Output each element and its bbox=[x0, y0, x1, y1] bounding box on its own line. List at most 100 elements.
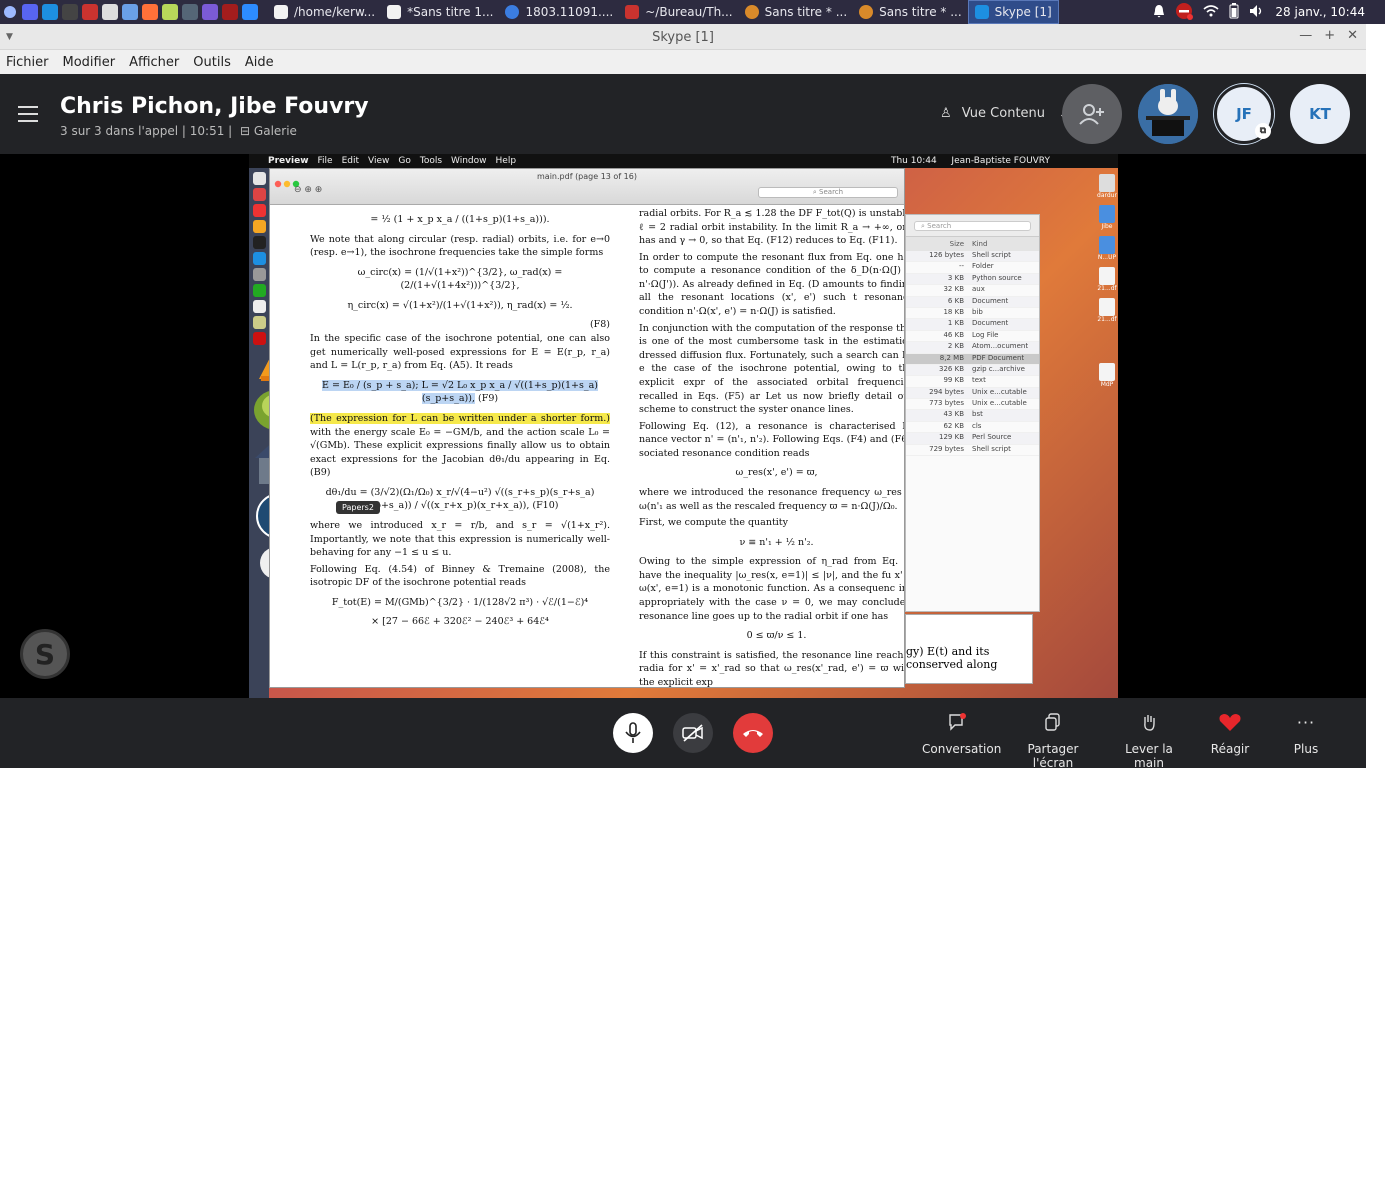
equation: = ½ (1 + x_p x_a / ((1+s_p)(1+s_a))). bbox=[370, 214, 550, 225]
gallery-icon: ⊟ bbox=[240, 124, 251, 138]
mac-menubar: Preview File Edit View Go Tools Window H… bbox=[249, 154, 1118, 168]
finder-row: 18 KB bib bbox=[906, 308, 1039, 320]
task-home[interactable]: /home/kerw... bbox=[268, 0, 381, 24]
file-size: 129 KB bbox=[939, 433, 964, 442]
file-kind: Document bbox=[972, 319, 1009, 328]
paragraph: First, we compute the quantity bbox=[639, 517, 788, 529]
discord-icon[interactable] bbox=[22, 4, 38, 20]
terminal-icon[interactable] bbox=[62, 4, 78, 20]
preview-toolbar: main.pdf (page 13 of 16) ⊖ ⊕ ⊕ ⌕ Search bbox=[270, 169, 904, 205]
share-screen-button[interactable]: Partager l'écran bbox=[1010, 710, 1096, 770]
finder-row: 129 KB Perl Source bbox=[906, 433, 1039, 445]
equation-tag: (F9) bbox=[478, 393, 499, 405]
raise-hand-button[interactable]: Lever la main bbox=[1112, 710, 1186, 770]
close-icon[interactable]: ✕ bbox=[1347, 28, 1358, 43]
file-kind: Perl Source bbox=[972, 433, 1012, 442]
window-titlebar: ▼ Skype [1] — + ✕ bbox=[0, 24, 1366, 50]
document-icon bbox=[1099, 363, 1115, 381]
chrome-icon bbox=[505, 5, 520, 19]
task-sans-titre-b[interactable]: Sans titre * ... bbox=[853, 0, 968, 24]
task-sans-titre-1[interactable]: *Sans titre 1... bbox=[381, 0, 499, 24]
maple-icon bbox=[625, 5, 640, 19]
mail-icon[interactable] bbox=[122, 4, 138, 20]
dock-tooltip: Papers2 bbox=[336, 501, 380, 514]
acrobat-icon bbox=[252, 332, 266, 345]
call-status: 3 sur 3 dans l'appel | 10:51 | ⊟ Galerie bbox=[60, 124, 297, 138]
app-launcher-icon[interactable] bbox=[0, 0, 20, 24]
bell-icon[interactable] bbox=[1153, 4, 1165, 21]
doc-line: conserved along bbox=[906, 658, 998, 671]
file-size: 32 KB bbox=[943, 285, 964, 294]
self-view-skype-icon[interactable]: S bbox=[20, 629, 70, 679]
highlighted-note: (The expression for L can be written und… bbox=[310, 412, 610, 424]
microphone-icon bbox=[625, 722, 641, 743]
file-size: 99 KB bbox=[943, 376, 964, 385]
view-mode-dropdown[interactable]: ♙ Vue Contenu ⌄ bbox=[940, 106, 1067, 121]
hand-icon bbox=[1144, 715, 1155, 731]
mac-menu-window: Window bbox=[451, 156, 487, 166]
finder-row: 126 bytes Shell script bbox=[906, 251, 1039, 263]
search-placeholder: Search bbox=[819, 188, 844, 196]
background-document: gy) E(t) and its conserved along bbox=[905, 614, 1033, 684]
hang-up-button[interactable] bbox=[733, 713, 773, 753]
more-button[interactable]: ··· Plus bbox=[1290, 710, 1322, 757]
file-kind: bst bbox=[972, 410, 983, 419]
finder-row: 294 bytes Unix e...cutable bbox=[906, 387, 1039, 400]
skype-icon[interactable] bbox=[42, 4, 58, 20]
gallery-link[interactable]: Galerie bbox=[254, 124, 297, 138]
hamburger-menu-icon[interactable] bbox=[18, 106, 38, 122]
menu-fichier[interactable]: Fichier bbox=[6, 55, 49, 70]
task-label: /home/kerw... bbox=[294, 5, 376, 19]
battery-icon[interactable] bbox=[1229, 2, 1239, 22]
react-button[interactable]: Réagir bbox=[1208, 710, 1252, 756]
add-participant-button[interactable] bbox=[1062, 84, 1122, 144]
maple-icon[interactable] bbox=[82, 4, 98, 20]
finder-row: 1 KB Document bbox=[906, 319, 1039, 331]
conversation-button[interactable]: Conversation bbox=[922, 710, 1001, 756]
task-sans-titre-a[interactable]: Sans titre * ... bbox=[739, 0, 854, 24]
mac-clock-user: Thu 10:44 Jean-Baptiste FOUVRY bbox=[891, 156, 1059, 166]
camera-button[interactable] bbox=[673, 713, 713, 753]
call-title: Chris Pichon, Jibe Fouvry bbox=[60, 94, 369, 119]
file-kind: Atom...ocument bbox=[972, 342, 1029, 351]
mac-menu-file: File bbox=[317, 156, 333, 166]
task-label: *Sans titre 1... bbox=[407, 5, 494, 19]
col-size: Size bbox=[949, 240, 964, 248]
zoom-icon[interactable] bbox=[242, 4, 258, 20]
menu-modifier[interactable]: Modifier bbox=[63, 55, 116, 70]
task-arxiv[interactable]: 1803.11091.... bbox=[499, 0, 619, 24]
minimize-icon[interactable]: — bbox=[1299, 28, 1312, 43]
wifi-icon[interactable] bbox=[1203, 4, 1219, 20]
text-editor-icon[interactable] bbox=[102, 4, 118, 20]
file-size: 773 bytes bbox=[929, 399, 964, 408]
paragraph: radial orbits. For R_a ≲ 1.28 the DF F_t… bbox=[639, 208, 905, 247]
tool-icon[interactable] bbox=[162, 4, 178, 20]
task-skype[interactable]: Skype [1] bbox=[967, 0, 1059, 24]
menu-aide[interactable]: Aide bbox=[245, 55, 274, 70]
document-icon bbox=[1099, 298, 1115, 316]
microphone-button[interactable] bbox=[613, 713, 653, 753]
firefox-icon[interactable] bbox=[142, 4, 158, 20]
file-kind: Unix e...cutable bbox=[972, 399, 1027, 408]
person-icon: ♙ bbox=[940, 106, 952, 121]
avatar-rabbit[interactable] bbox=[1138, 84, 1198, 144]
do-not-disturb-icon[interactable] bbox=[1175, 2, 1194, 23]
folder-icon bbox=[274, 5, 288, 19]
app-icon[interactable] bbox=[202, 4, 218, 20]
record-icon[interactable] bbox=[222, 4, 238, 20]
finder-rows: 126 bytes Shell script -- Folder 3 KB Python … bbox=[906, 251, 1039, 457]
task-bureau[interactable]: ~/Bureau/Th... bbox=[619, 0, 738, 24]
paragraph: In order to compute the resonant flux fr… bbox=[639, 251, 905, 318]
avatar-jf[interactable]: JF ⧉ bbox=[1214, 84, 1274, 144]
monitor-icon[interactable] bbox=[182, 4, 198, 20]
system-clock[interactable]: 28 janv., 10:44 bbox=[1275, 5, 1365, 19]
finder-row: 326 KB gzip c...archive bbox=[906, 364, 1039, 377]
menu-outils[interactable]: Outils bbox=[193, 55, 231, 70]
finder-search-row: ⌕ Search bbox=[906, 215, 1039, 237]
avatar-kt[interactable]: KT bbox=[1290, 84, 1350, 144]
avatar-initials: JF bbox=[1236, 105, 1252, 123]
volume-icon[interactable] bbox=[1249, 4, 1265, 21]
maximize-icon[interactable]: + bbox=[1324, 28, 1335, 43]
menu-afficher[interactable]: Afficher bbox=[129, 55, 179, 70]
folder-icon bbox=[1099, 205, 1115, 223]
